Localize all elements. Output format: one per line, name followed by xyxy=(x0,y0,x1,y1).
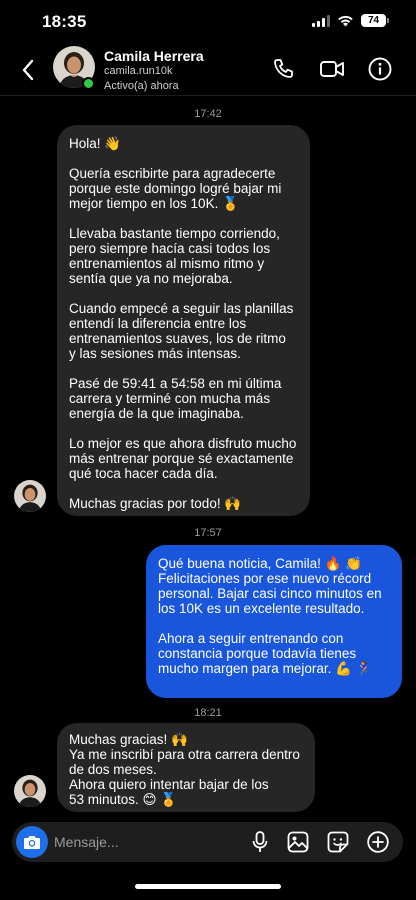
message-line: Muchas gracias! 🙌 xyxy=(69,732,188,747)
message-line: personal. Bajar casi cinco minutos en xyxy=(158,586,382,601)
status-time: 18:35 xyxy=(42,12,87,31)
message-paragraph: Muchas gracias! 🙌 Ya me inscribí para otr… xyxy=(69,732,303,807)
message-line: sentía que ya no mejoraba. xyxy=(69,271,233,286)
message-line: pero siempre hacía casi todos los xyxy=(69,241,271,256)
message-line: Muchas gracias por todo! 🙌 xyxy=(69,496,242,511)
wifi-icon xyxy=(338,15,353,26)
contact-avatar-small[interactable] xyxy=(14,775,46,807)
message-line: Lo mejor es que ahora disfruto mucho xyxy=(69,436,297,451)
message-line: mejor tiempo en los 10K. 🏅 xyxy=(69,196,239,211)
status-bar: 18:35 74 xyxy=(0,0,416,44)
timestamp: 17:42 xyxy=(194,108,222,120)
message-line: entrenamientos al mismo ritmo y xyxy=(69,256,265,271)
message-paragraph: Lo mejor es que ahora disfruto mucho más … xyxy=(69,436,298,481)
contact-avatar-small[interactable] xyxy=(14,480,46,512)
message-paragraph: Quería escribirte para agradecerte porque… xyxy=(69,166,298,211)
message-line: porque este domingo logré bajar mi xyxy=(69,181,282,196)
message-paragraph: Ahora a seguir entrenando con constancia … xyxy=(158,631,390,676)
message-line: Hola! 👋 xyxy=(69,136,122,151)
message-paragraph: Cuando empecé a seguir las planillas ente… xyxy=(69,301,298,361)
plus-circle-icon xyxy=(367,831,389,853)
message-paragraph: Llevaba bastante tiempo corriendo, pero s… xyxy=(69,226,298,286)
add-button[interactable] xyxy=(366,830,390,854)
message-line: de dos meses. xyxy=(69,762,157,777)
phone-icon xyxy=(274,59,293,78)
timestamp: 17:57 xyxy=(194,527,222,539)
video-camera-icon xyxy=(320,61,344,77)
incoming-message[interactable]: Muchas gracias! 🙌 Ya me inscribí para otr… xyxy=(57,723,315,812)
message-line: Cuando empecé a seguir las planillas xyxy=(69,301,294,316)
info-icon xyxy=(368,57,392,81)
message-line: Felicitaciones por ese nuevo récord xyxy=(158,571,372,586)
message-line: energía de la que imaginaba. xyxy=(69,406,244,421)
camera-icon xyxy=(24,836,40,849)
signal-icon xyxy=(312,14,330,27)
incoming-message[interactable]: Hola! 👋 Quería escribirte para agradecert… xyxy=(57,125,310,516)
message-line: qué toca hacer cada día. xyxy=(69,466,218,481)
message-input[interactable] xyxy=(54,832,214,852)
message-line: entrenamientos suaves, los de ritmo xyxy=(69,331,286,346)
message-line: Qué buena noticia, Camila! 🔥 👏 xyxy=(158,556,362,571)
message-line: Ahora quiero intentar bajar de los xyxy=(69,777,269,792)
image-icon xyxy=(287,831,309,853)
contact-username: camila.run10k xyxy=(104,65,173,77)
timestamp: 18:21 xyxy=(194,707,222,719)
gallery-button[interactable] xyxy=(286,830,310,854)
message-line: más entrenar porque sé exactamente xyxy=(69,451,294,466)
message-paragraph: Muchas gracias por todo! 🙌 xyxy=(69,496,298,511)
home-indicator[interactable] xyxy=(135,884,281,889)
outgoing-message[interactable]: Qué buena noticia, Camila! 🔥 👏 Felicitaci… xyxy=(146,545,402,698)
message-paragraph: Hola! 👋 xyxy=(69,136,298,151)
message-line: y las sesiones más intensas. xyxy=(69,346,241,361)
message-line: Ahora a seguir entrenando con xyxy=(158,631,344,646)
microphone-icon xyxy=(252,831,268,852)
back-button[interactable] xyxy=(14,54,42,86)
message-line: constancia porque todavía tienes xyxy=(158,646,357,661)
online-indicator xyxy=(82,77,95,90)
message-line: los 10K es un excelente resultado. xyxy=(158,601,365,616)
contact-status: Activo(a) ahora xyxy=(104,80,179,92)
message-paragraph: Qué buena noticia, Camila! 🔥 👏 Felicitaci… xyxy=(158,556,390,616)
call-button[interactable] xyxy=(269,54,299,84)
voice-message-button[interactable] xyxy=(248,830,272,854)
message-line: Ya me inscribí para otra carrera dentro xyxy=(69,747,300,762)
message-line: mucho margen para mejorar. 💪 🏃‍♀️ xyxy=(158,661,373,676)
contact-name[interactable]: Camila Herrera xyxy=(104,48,204,64)
message-line: carrera y terminé con mucha más xyxy=(69,391,271,406)
battery-indicator: 74 xyxy=(361,14,389,27)
message-line: 53 minutos. 😊 🏅 xyxy=(69,792,178,807)
message-line: entendí la diferencia entre los xyxy=(69,316,247,331)
message-line: Quería escribirte para agradecerte xyxy=(69,166,276,181)
message-composer xyxy=(12,822,403,862)
status-icons: 74 xyxy=(312,14,389,27)
chevron-left-icon xyxy=(22,59,34,81)
camera-button[interactable] xyxy=(16,826,48,858)
sticker-icon xyxy=(327,831,349,853)
video-call-button[interactable] xyxy=(317,54,347,84)
message-line: Pasé de 59:41 a 54:58 en mi última xyxy=(69,376,282,391)
info-button[interactable] xyxy=(365,54,395,84)
chat-header: Camila Herrera camila.run10k Activo(a) a… xyxy=(0,44,416,96)
sticker-button[interactable] xyxy=(326,830,350,854)
message-paragraph: Pasé de 59:41 a 54:58 en mi última carrer… xyxy=(69,376,298,421)
message-line: Llevaba bastante tiempo corriendo, xyxy=(69,226,280,241)
